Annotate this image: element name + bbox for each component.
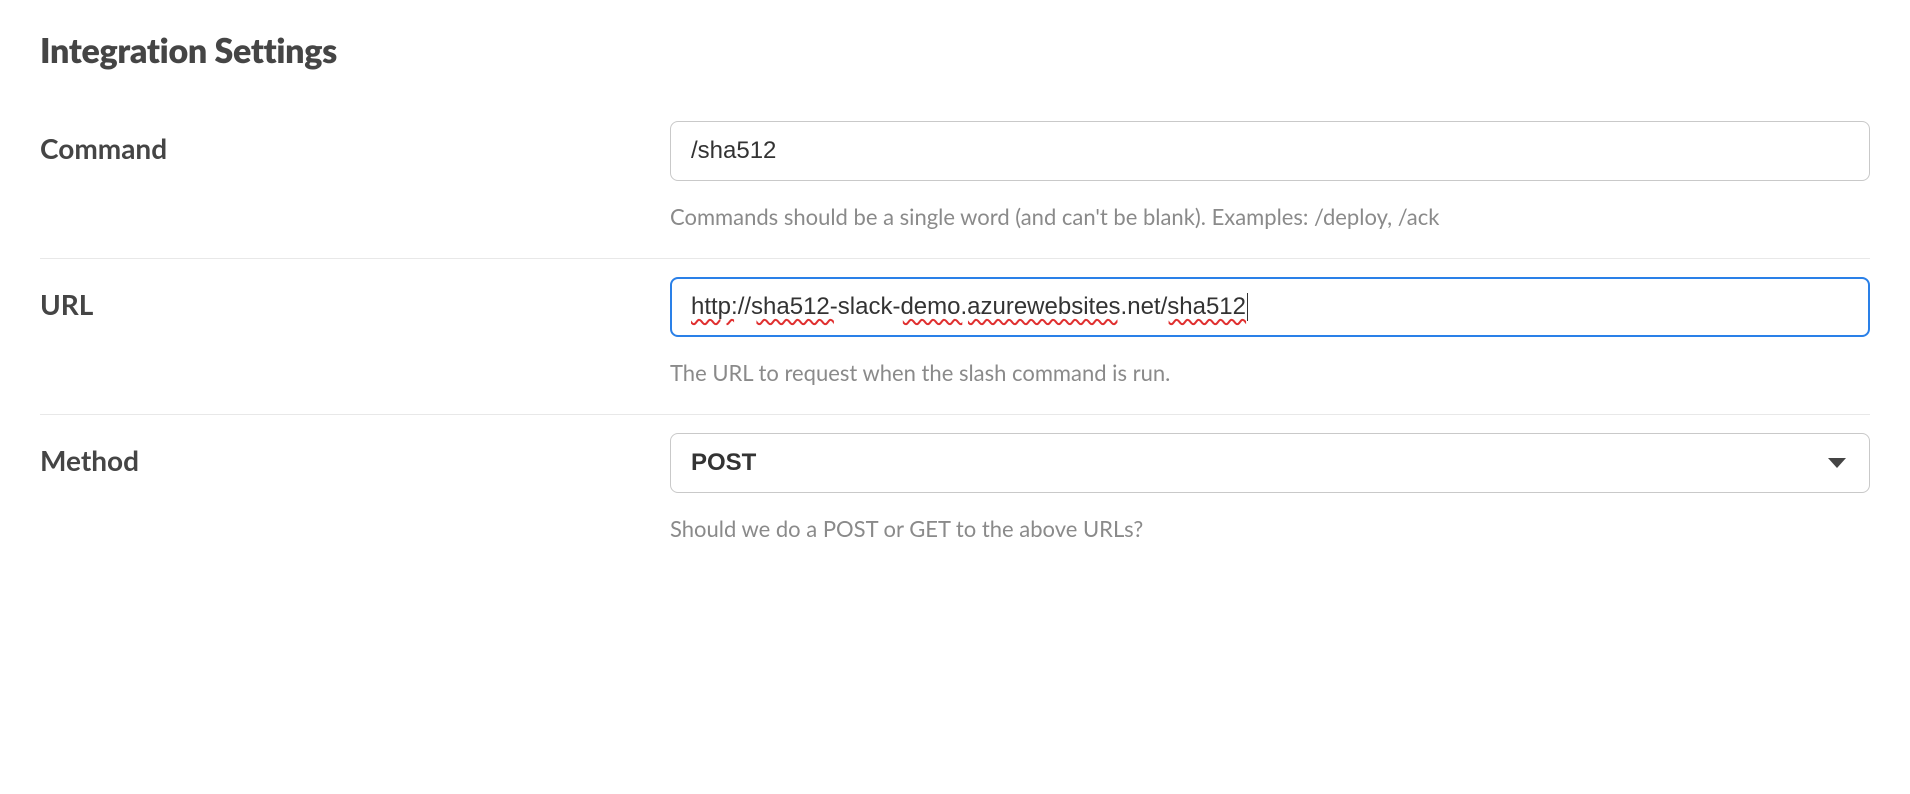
url-row: URL http://sha512-slack-demo.azurewebsit… xyxy=(40,259,1870,415)
url-body: http://sha512-slack-demo.azurewebsites.n… xyxy=(670,277,1870,386)
command-input[interactable] xyxy=(670,121,1870,181)
section-title: Integration Settings xyxy=(40,30,1870,71)
url-input[interactable] xyxy=(670,277,1870,337)
command-body: Commands should be a single word (and ca… xyxy=(670,121,1870,230)
command-row: Command Commands should be a single word… xyxy=(40,103,1870,259)
method-row: Method POST Should we do a POST or GET t… xyxy=(40,415,1870,570)
command-help: Commands should be a single word (and ca… xyxy=(670,203,1870,230)
method-body: POST Should we do a POST or GET to the a… xyxy=(670,433,1870,542)
method-label: Method xyxy=(40,433,670,477)
url-help: The URL to request when the slash comman… xyxy=(670,359,1870,386)
url-label: URL xyxy=(40,277,670,321)
method-help: Should we do a POST or GET to the above … xyxy=(670,515,1870,542)
method-select[interactable]: POST xyxy=(670,433,1870,493)
command-label: Command xyxy=(40,121,670,165)
integration-settings-form: Integration Settings Command Commands sh… xyxy=(0,0,1910,610)
method-select-wrapper: POST xyxy=(670,433,1870,493)
